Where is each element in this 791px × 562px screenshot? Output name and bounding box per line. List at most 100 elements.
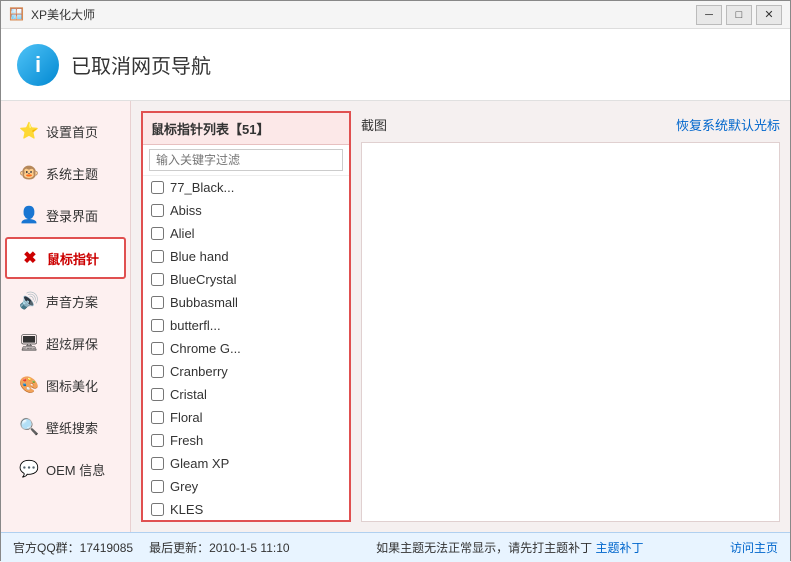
close-button[interactable]: ✕ (756, 5, 782, 25)
list-item-label: Aliel (170, 226, 195, 241)
header-icon: i (17, 44, 59, 86)
sidebar-icon-wallpaper: 🔍 (18, 416, 40, 438)
list-item-label: butterfl... (170, 318, 221, 333)
list-items: 77_Black... Abiss Aliel Blue hand BlueCr… (143, 176, 349, 520)
list-item-checkbox[interactable] (151, 434, 164, 447)
sidebar-item-wallpaper[interactable]: 🔍 壁纸搜索 (5, 407, 126, 447)
list-item[interactable]: Grey (143, 475, 349, 498)
sidebar-label-screen-saver: 超炫屏保 (46, 334, 98, 353)
preview-area (361, 142, 780, 522)
search-input[interactable] (149, 149, 343, 171)
list-item[interactable]: Blue hand (143, 245, 349, 268)
sidebar-item-screen-saver[interactable]: 🖥 超炫屏保 (5, 323, 126, 363)
list-item-checkbox[interactable] (151, 457, 164, 470)
list-item[interactable]: Chrome G... (143, 337, 349, 360)
list-item[interactable]: Abiss (143, 199, 349, 222)
patch-link[interactable]: 主题补丁 (595, 541, 643, 555)
sidebar-label-system-theme: 系统主题 (46, 164, 98, 183)
sidebar-label-sound-scheme: 声音方案 (46, 292, 98, 311)
list-item[interactable]: Cristal (143, 383, 349, 406)
list-item-checkbox[interactable] (151, 273, 164, 286)
status-left: 官方QQ群：17419085 最后更新：2010-1-5 11:10 (13, 539, 290, 556)
list-item-checkbox[interactable] (151, 342, 164, 355)
status-bar: 官方QQ群：17419085 最后更新：2010-1-5 11:10 如果主题无… (1, 532, 790, 562)
list-item-checkbox[interactable] (151, 503, 164, 516)
list-item-label: KLES (170, 502, 203, 517)
list-panel-header: 鼠标指针列表【51】 (143, 113, 349, 145)
header: i 已取消网页导航 (1, 29, 790, 101)
sidebar-label-icon-beauty: 图标美化 (46, 376, 98, 395)
list-item-checkbox[interactable] (151, 227, 164, 240)
sidebar-item-mouse-cursor[interactable]: ✖ 鼠标指针 (5, 237, 126, 279)
sidebar-label-login-screen: 登录界面 (46, 206, 98, 225)
sidebar-item-oem-info[interactable]: 💬 OEM 信息 (5, 449, 126, 489)
sidebar: ⭐ 设置首页 🐵 系统主题 👤 登录界面 ✖ 鼠标指针 🔊 声音方案 🖥 超炫屏… (1, 101, 131, 532)
list-item-checkbox[interactable] (151, 319, 164, 332)
sidebar-icon-mouse-cursor: ✖ (19, 247, 41, 269)
list-item-checkbox[interactable] (151, 204, 164, 217)
list-item-label: Fresh (170, 433, 203, 448)
list-item-label: Blue hand (170, 249, 229, 264)
list-item-checkbox[interactable] (151, 250, 164, 263)
minimize-button[interactable]: ─ (696, 5, 722, 25)
main-layout: ⭐ 设置首页 🐵 系统主题 👤 登录界面 ✖ 鼠标指针 🔊 声音方案 🖥 超炫屏… (1, 101, 790, 532)
list-item[interactable]: Gleam XP (143, 452, 349, 475)
list-item-label: BlueCrystal (170, 272, 236, 287)
last-update: 最后更新：2010-1-5 11:10 (149, 539, 290, 556)
list-item-label: Chrome G... (170, 341, 241, 356)
list-item[interactable]: Cranberry (143, 360, 349, 383)
sidebar-icon-screen-saver: 🖥 (18, 332, 40, 354)
list-item[interactable]: Fresh (143, 429, 349, 452)
list-item[interactable]: BlueCrystal (143, 268, 349, 291)
list-item-checkbox[interactable] (151, 181, 164, 194)
maximize-button[interactable]: □ (726, 5, 752, 25)
list-panel: 鼠标指针列表【51】 77_Black... Abiss Aliel Blue … (141, 111, 351, 522)
list-item-label: Floral (170, 410, 203, 425)
list-item[interactable]: Bubbasmall (143, 291, 349, 314)
sidebar-item-login-screen[interactable]: 👤 登录界面 (5, 195, 126, 235)
preview-title: 截图 (361, 115, 387, 134)
list-item[interactable]: Aliel (143, 222, 349, 245)
app-icon: 🪟 (9, 7, 25, 23)
list-item-checkbox[interactable] (151, 296, 164, 309)
title-bar-title: XP美化大师 (31, 6, 95, 23)
title-bar: 🪟 XP美化大师 ─ □ ✕ (1, 1, 790, 29)
list-item-label: Gleam XP (170, 456, 229, 471)
list-search (143, 145, 349, 176)
sidebar-item-sound-scheme[interactable]: 🔊 声音方案 (5, 281, 126, 321)
list-item[interactable]: Floral (143, 406, 349, 429)
list-item-label: Cranberry (170, 364, 228, 379)
sidebar-label-mouse-cursor: 鼠标指针 (47, 249, 99, 268)
qq-group: 官方QQ群：17419085 (13, 539, 133, 556)
list-item-label: Cristal (170, 387, 207, 402)
warning-text: 如果主题无法正常显示，请先打主题补丁 (376, 541, 592, 555)
list-item[interactable]: butterfl... (143, 314, 349, 337)
list-item-checkbox[interactable] (151, 480, 164, 493)
sidebar-item-icon-beauty[interactable]: 🎨 图标美化 (5, 365, 126, 405)
sidebar-item-settings-home[interactable]: ⭐ 设置首页 (5, 111, 126, 151)
sidebar-label-wallpaper: 壁纸搜索 (46, 418, 98, 437)
list-item-label: 77_Black... (170, 180, 234, 195)
home-link[interactable]: 访问主页 (730, 539, 778, 556)
title-bar-left: 🪟 XP美化大师 (9, 6, 95, 23)
list-item-label: Bubbasmall (170, 295, 238, 310)
list-item-label: Grey (170, 479, 198, 494)
sidebar-icon-sound-scheme: 🔊 (18, 290, 40, 312)
list-item-checkbox[interactable] (151, 411, 164, 424)
title-bar-controls: ─ □ ✕ (696, 5, 782, 25)
header-title: 已取消网页导航 (71, 50, 211, 79)
sidebar-icon-oem-info: 💬 (18, 458, 40, 480)
sidebar-label-oem-info: OEM 信息 (46, 460, 105, 479)
sidebar-icon-system-theme: 🐵 (18, 162, 40, 184)
preview-header: 截图 恢复系统默认光标 (361, 111, 780, 142)
restore-cursor-button[interactable]: 恢复系统默认光标 (676, 115, 780, 134)
list-item-checkbox[interactable] (151, 388, 164, 401)
list-item-checkbox[interactable] (151, 365, 164, 378)
list-item[interactable]: 77_Black... (143, 176, 349, 199)
sidebar-icon-login-screen: 👤 (18, 204, 40, 226)
list-item-label: Abiss (170, 203, 202, 218)
status-warning-area: 如果主题无法正常显示，请先打主题补丁 主题补丁 (376, 539, 643, 556)
sidebar-icon-icon-beauty: 🎨 (18, 374, 40, 396)
list-item[interactable]: KLES (143, 498, 349, 520)
sidebar-item-system-theme[interactable]: 🐵 系统主题 (5, 153, 126, 193)
